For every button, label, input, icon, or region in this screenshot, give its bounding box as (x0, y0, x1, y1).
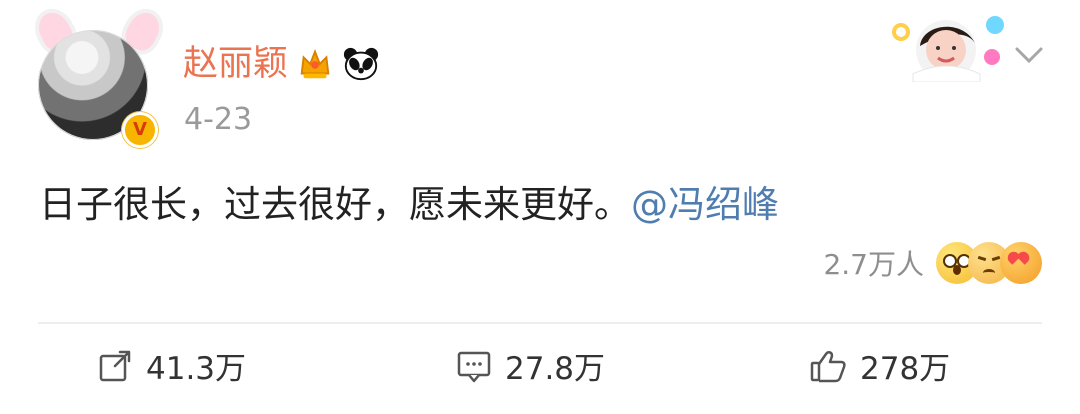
repost-icon (96, 347, 134, 385)
crown-icon (300, 49, 330, 79)
username[interactable]: 赵丽颖 (183, 42, 288, 86)
verified-v-icon: V (122, 112, 158, 148)
mention-link[interactable]: @冯绍峰 (631, 183, 779, 226)
user-name-row: 赵丽颖 (183, 42, 380, 86)
repost-count: 41.3万 (146, 351, 247, 387)
like-button[interactable]: 278万 (808, 343, 950, 388)
profile-avatar-area[interactable]: V (27, 1, 171, 148)
like-count: 278万 (860, 351, 951, 387)
profile-sticker-icon (892, 16, 1004, 82)
love-emoji-icon (1000, 242, 1042, 284)
chevron-down-icon[interactable] (1014, 45, 1044, 65)
repost-button[interactable]: 41.3万 (96, 343, 246, 388)
reaction-summary[interactable]: 2.7万人 (823, 242, 1042, 284)
panda-icon (343, 47, 379, 81)
post-date: 4-23 (184, 102, 253, 137)
thumbs-up-icon (808, 346, 848, 386)
post-text-row: 日子很长，过去很好，愿未来更好。@冯绍峰 (39, 174, 779, 228)
reaction-count: 2.7万人 (823, 248, 924, 281)
post-body: 日子很长，过去很好，愿未来更好。 (39, 183, 631, 226)
post-action-bar: 41.3万 27.8万 278万 (0, 343, 1080, 395)
divider (38, 322, 1042, 324)
comment-count: 27.8万 (505, 351, 606, 387)
comment-icon (455, 347, 493, 385)
comment-button[interactable]: 27.8万 (455, 343, 605, 388)
